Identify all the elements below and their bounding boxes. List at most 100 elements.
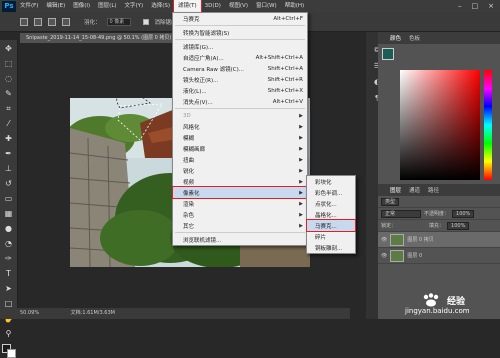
filter-menu-item[interactable]: 模糊画廊 ▶ xyxy=(173,143,307,154)
pixelate-menu-item[interactable]: 铜板雕刻... xyxy=(307,242,355,253)
color-preview-foreground[interactable] xyxy=(382,48,394,60)
tab-channels[interactable]: 通道 xyxy=(409,186,420,194)
filter-menu-item[interactable]: 液化(L)... Shift+Ctrl+X xyxy=(173,85,307,96)
pixelate-menu-item[interactable]: 彩色半调... xyxy=(307,187,355,198)
pixelate-menu-item[interactable]: 碎片 xyxy=(307,231,355,242)
crop-tool-icon[interactable]: ⌗ xyxy=(3,103,15,115)
brush-tool-icon[interactable]: ✒ xyxy=(3,148,15,160)
eraser-tool-icon[interactable]: ▭ xyxy=(3,193,15,205)
pixelate-submenu: 彩块化 彩色半调... 点状化... 晶格化... 马赛克... 碎片 铜板雕刻... xyxy=(306,175,356,254)
eyedropper-tool-icon[interactable]: ⁄ xyxy=(3,118,15,130)
subtract-selection-icon[interactable] xyxy=(48,17,56,26)
visibility-eye-icon[interactable]: 👁 xyxy=(381,253,387,259)
filter-menu-item[interactable]: 像素化 ▶ xyxy=(172,186,308,199)
opacity-input[interactable]: 100% xyxy=(452,209,475,218)
quick-select-tool-icon[interactable]: ✎ xyxy=(3,88,15,100)
new-selection-icon[interactable] xyxy=(20,17,28,26)
filter-menu-shortcut: Alt+Shift+Ctrl+A xyxy=(255,54,303,61)
type-tool-icon[interactable]: T xyxy=(3,268,15,280)
document-tab[interactable]: Snipaste_2019-11-14_15-08-49.png @ 50.1%… xyxy=(20,33,190,43)
menu-items: 文件(F) 编辑(E) 图像(I) 图层(L) 文字(Y) 选择(S) 滤镜(T) 3D(D)… xyxy=(16,0,308,13)
filter-menu-item[interactable]: 扭曲 ▶ xyxy=(173,154,307,165)
layer-row[interactable]: 👁 图层 0 拷贝 xyxy=(378,232,500,248)
marquee-tool-icon[interactable]: ⬚ xyxy=(3,58,15,70)
submenu-arrow-icon: ▶ xyxy=(299,200,303,207)
kind-filter-select[interactable]: 类型 xyxy=(381,197,400,206)
blur-tool-icon[interactable]: ● xyxy=(3,223,15,235)
filter-menu-item[interactable]: 锐化 ▶ xyxy=(173,165,307,176)
filter-menu-item-label: 锐化 xyxy=(183,168,195,175)
filter-menu-item[interactable]: 马赛克 Alt+Ctrl+F xyxy=(173,13,307,24)
menu-5[interactable]: 选择(S) xyxy=(147,0,174,12)
menu-8[interactable]: 视图(V) xyxy=(225,0,252,12)
filter-menu-item[interactable]: Camera Raw 滤镜(C)... Shift+Ctrl+A xyxy=(173,63,307,74)
intersect-selection-icon[interactable] xyxy=(62,17,70,26)
menu-10[interactable]: 帮助(H) xyxy=(281,0,308,12)
tab-layers[interactable]: 图层 xyxy=(390,186,401,194)
minimize-icon[interactable]: – xyxy=(458,2,462,10)
history-brush-icon[interactable]: ↺ xyxy=(3,178,15,190)
baidu-jingyan-watermark: 经验 xyxy=(422,293,465,307)
maximize-icon[interactable]: □ xyxy=(472,2,479,10)
filter-menu-item-label: 渲染 xyxy=(183,201,195,208)
menu-9[interactable]: 窗口(W) xyxy=(252,0,281,12)
filter-menu-item[interactable]: 视频 ▶ xyxy=(173,176,307,187)
move-tool-icon[interactable]: ✥ xyxy=(3,43,15,55)
filter-menu-item[interactable]: 渲染 ▶ xyxy=(173,198,307,209)
pixelate-menu-item[interactable]: 点状化... xyxy=(307,198,355,209)
menu-0[interactable]: 文件(F) xyxy=(16,0,42,12)
menu-2[interactable]: 图像(I) xyxy=(69,0,94,12)
submenu-arrow-icon: ▶ xyxy=(299,156,303,163)
filter-menu-item[interactable]: 3D ▶ xyxy=(173,110,307,121)
fill-input[interactable]: 100% xyxy=(447,221,470,230)
dodge-tool-icon[interactable]: ◔ xyxy=(3,238,15,250)
filter-menu-item-label: 模糊画廊 xyxy=(183,146,206,153)
menu-3[interactable]: 图层(L) xyxy=(94,0,120,12)
filter-menu-item[interactable]: 滤镜库(G)... xyxy=(173,41,307,52)
mosaic-menu-item[interactable]: 马赛克... xyxy=(306,219,356,232)
feather-label: 羽化： xyxy=(84,19,101,26)
filter-menu-item[interactable]: 模糊 ▶ xyxy=(173,132,307,143)
add-selection-icon[interactable] xyxy=(34,17,42,26)
filter-menu-item[interactable]: 其它 ▶ xyxy=(173,220,307,231)
submenu-arrow-icon: ▶ xyxy=(299,123,303,130)
tab-paths[interactable]: 路径 xyxy=(428,186,439,194)
background-color[interactable] xyxy=(6,349,16,358)
menu-4[interactable]: 文字(Y) xyxy=(121,0,148,12)
close-icon[interactable]: × xyxy=(488,2,494,10)
menu-7[interactable]: 3D(D) xyxy=(201,0,225,12)
color-panel-tabs: 颜色 色板 xyxy=(378,32,500,44)
pen-tool-icon[interactable]: ✑ xyxy=(3,253,15,265)
filter-menu-item[interactable]: 自适应广角(A)... Alt+Shift+Ctrl+A xyxy=(173,52,307,63)
filter-menu-item[interactable]: 杂色 ▶ xyxy=(173,209,307,220)
color-picker-field[interactable] xyxy=(400,70,480,180)
filter-menu-item[interactable]: 风格化 ▶ xyxy=(173,121,307,132)
tab-color[interactable]: 颜色 xyxy=(390,34,401,42)
menu-1[interactable]: 编辑(E) xyxy=(42,0,69,12)
hue-slider[interactable] xyxy=(484,70,492,180)
filter-menu-item[interactable]: 消失点(V)... Alt+Ctrl+V xyxy=(173,96,307,107)
filter-menu-item-label: 滤镜库(G)... xyxy=(183,44,214,51)
blend-mode-select[interactable]: 正常 xyxy=(381,209,421,218)
pixelate-menu-item[interactable]: 彩块化 xyxy=(307,176,355,187)
gradient-tool-icon[interactable]: ▦ xyxy=(3,208,15,220)
color-swatches[interactable] xyxy=(1,344,16,358)
lasso-tool-icon[interactable]: ◌ xyxy=(3,73,15,85)
healing-brush-icon[interactable]: ✚ xyxy=(3,133,15,145)
stamp-tool-icon[interactable]: ⊥ xyxy=(3,163,15,175)
menu-6[interactable]: 滤镜(T) xyxy=(172,0,202,13)
submenu-arrow-icon: ▶ xyxy=(299,211,303,218)
pixelate-menu-item[interactable]: 晶格化... xyxy=(307,209,355,220)
filter-menu-item[interactable]: 浏览联机滤镜... xyxy=(173,234,307,245)
feather-input[interactable]: 0 像素 xyxy=(106,17,131,26)
filter-menu-item[interactable]: 转换为智能滤镜(S) xyxy=(173,27,307,38)
layer-row[interactable]: 👁 图层 0 xyxy=(378,248,500,264)
zoom-tool-icon[interactable]: ⚲ xyxy=(3,328,15,340)
tab-swatches[interactable]: 色板 xyxy=(409,34,420,42)
antialias-checkbox[interactable] xyxy=(142,18,149,25)
filter-menu-item[interactable]: 镜头校正(R)... Shift+Ctrl+R xyxy=(173,74,307,85)
submenu-arrow-icon: ▶ xyxy=(299,178,303,185)
path-select-icon[interactable]: ➤ xyxy=(3,283,15,295)
visibility-eye-icon[interactable]: 👁 xyxy=(381,237,387,243)
zoom-readout[interactable]: 50.09% xyxy=(20,310,39,316)
